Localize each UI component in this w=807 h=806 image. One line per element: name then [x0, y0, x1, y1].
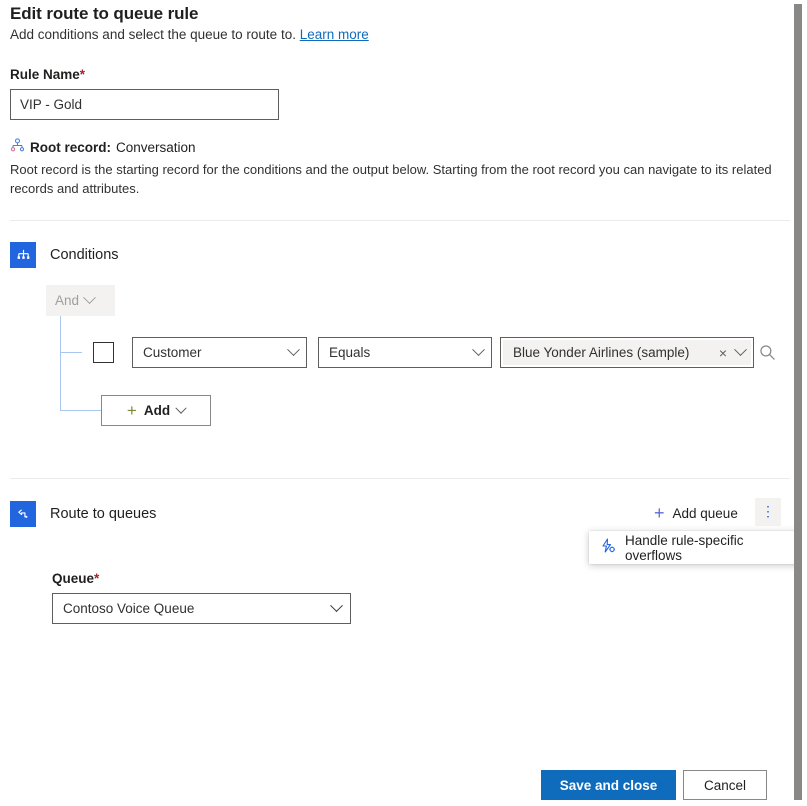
root-record-description: Root record is the starting record for t… [10, 160, 782, 198]
chevron-down-icon [472, 343, 485, 356]
root-record-label: Root record: [30, 140, 111, 155]
more-options-menu: Handle rule-specific overflows [589, 531, 807, 564]
add-queue-button[interactable]: + Add queue [648, 500, 744, 526]
chevron-down-icon [175, 402, 186, 413]
condition-group-operator-value: And [55, 293, 79, 308]
rule-name-required-marker: * [80, 67, 85, 82]
divider-conditions [10, 220, 790, 221]
scrollbar-track[interactable] [794, 0, 807, 806]
edit-route-to-queue-rule-panel: Edit route to queue rule Add conditions … [0, 0, 807, 806]
queue-dropdown[interactable]: Contoso Voice Queue [52, 593, 351, 624]
route-arrow-icon [10, 501, 36, 527]
chevron-down-icon [83, 291, 96, 304]
rule-name-input[interactable] [10, 89, 279, 120]
learn-more-link[interactable]: Learn more [300, 27, 369, 42]
chevron-down-icon [330, 599, 343, 612]
add-queue-label: Add queue [673, 506, 738, 521]
menu-item-handle-overflows[interactable]: Handle rule-specific overflows [625, 533, 796, 563]
condition-attribute-dropdown[interactable]: Customer [132, 337, 307, 368]
scrollbar-thumb[interactable] [794, 4, 802, 800]
root-record-value: Conversation [116, 140, 196, 155]
queue-field-label: Queue* [52, 571, 99, 586]
overflow-settings-icon [600, 538, 616, 557]
condition-attribute-value: Customer [143, 345, 202, 360]
search-icon[interactable] [758, 343, 777, 362]
condition-row-checkbox[interactable] [93, 342, 114, 363]
condition-tree-line-vertical [60, 316, 61, 411]
add-condition-button[interactable]: + Add [101, 395, 211, 426]
page-title: Edit route to queue rule [10, 4, 198, 24]
condition-operator-value: Equals [329, 345, 370, 360]
person-hierarchy-icon [10, 138, 25, 156]
root-record-line: Root record: Conversation [10, 138, 196, 156]
chevron-down-icon[interactable] [734, 343, 747, 356]
page-subtitle-text: Add conditions and select the queue to r… [10, 27, 296, 42]
conditions-branch-icon [10, 242, 36, 268]
divider-route-to-queues [10, 478, 790, 479]
chevron-down-icon [287, 343, 300, 356]
plus-icon: + [127, 402, 137, 419]
add-condition-label: Add [144, 403, 170, 418]
condition-tree-line-branch-row [60, 352, 82, 353]
page-subtitle: Add conditions and select the queue to r… [10, 27, 369, 42]
condition-value-text: Blue Yonder Airlines (sample) [513, 345, 710, 360]
condition-value-chip[interactable]: Blue Yonder Airlines (sample) × [503, 340, 751, 365]
plus-icon: + [654, 504, 665, 522]
rule-name-label-text: Rule Name [10, 67, 80, 82]
queue-selected-value: Contoso Voice Queue [63, 601, 194, 616]
close-icon[interactable]: × [716, 346, 730, 360]
condition-group-operator-dropdown[interactable]: And [46, 285, 115, 316]
cancel-button[interactable]: Cancel [683, 770, 767, 800]
queue-required-marker: * [94, 571, 99, 586]
more-options-button[interactable]: ⋮ [755, 498, 781, 526]
condition-operator-dropdown[interactable]: Equals [318, 337, 492, 368]
save-and-close-button[interactable]: Save and close [541, 770, 676, 800]
condition-tree-line-branch-add [60, 410, 102, 411]
rule-name-label: Rule Name* [10, 67, 85, 82]
condition-value-lookup-field[interactable]: Blue Yonder Airlines (sample) × [500, 337, 754, 368]
queue-field-label-text: Queue [52, 571, 94, 586]
route-to-queues-section-title: Route to queues [50, 506, 156, 522]
conditions-section-title: Conditions [50, 247, 119, 263]
